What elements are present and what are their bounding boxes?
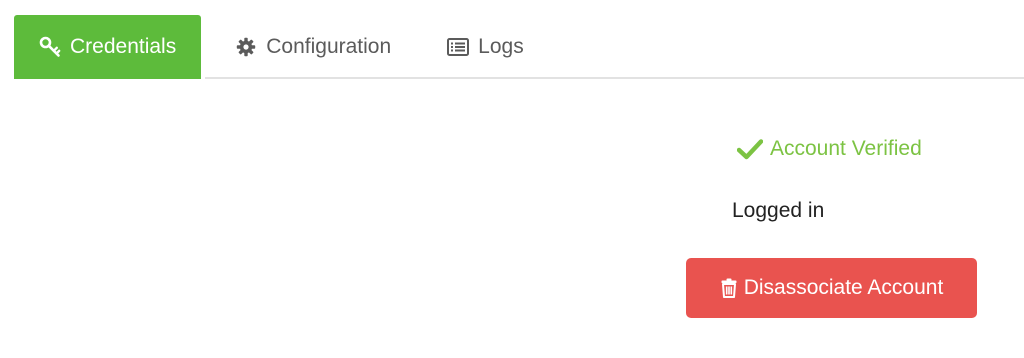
tab-logs[interactable]: Logs	[423, 15, 548, 79]
trash-icon	[720, 277, 738, 299]
check-icon	[737, 136, 763, 162]
key-icon	[39, 36, 61, 58]
account-verified-label: Account Verified	[770, 137, 922, 160]
tab-logs-label: Logs	[478, 35, 524, 58]
disassociate-account-label: Disassociate Account	[743, 276, 944, 299]
tab-credentials[interactable]: Credentials	[14, 15, 202, 79]
tab-divider	[205, 77, 1024, 79]
tab-credentials-label: Credentials	[70, 35, 177, 58]
tab-configuration[interactable]: Configuration	[211, 15, 415, 79]
gear-icon	[235, 36, 257, 58]
list-icon	[447, 36, 470, 58]
tab-bar: Credentials Configuration Logs	[14, 15, 548, 79]
disassociate-account-button[interactable]: Disassociate Account	[686, 258, 977, 318]
tab-configuration-label: Configuration	[266, 35, 392, 58]
logged-in-text: Logged in	[732, 199, 825, 222]
account-status: Account Verified	[737, 136, 922, 162]
